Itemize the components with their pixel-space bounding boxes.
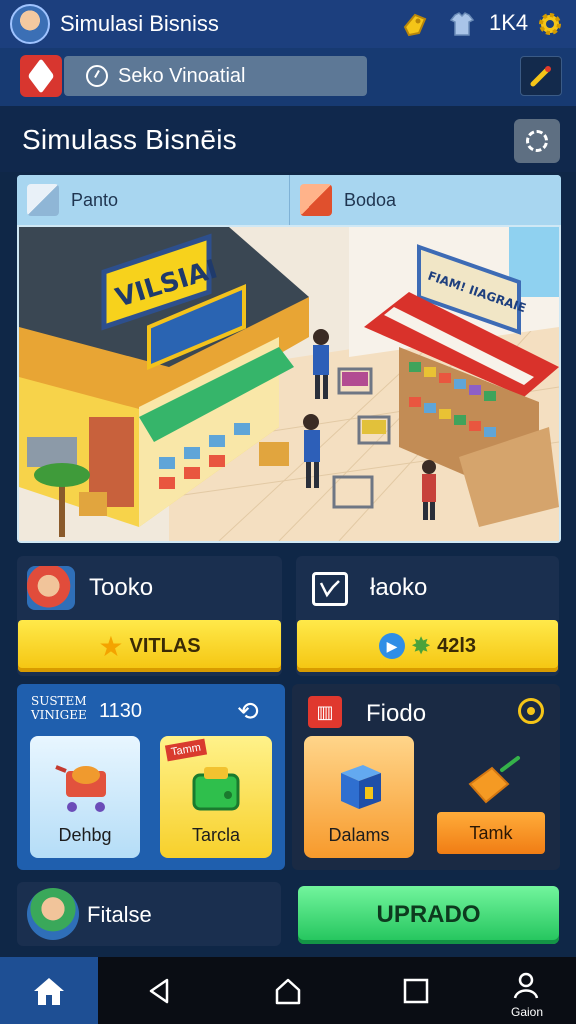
square-icon (403, 978, 429, 1004)
toko-card-left: Tooko ★ VITLAS (17, 556, 282, 676)
refresh-icon[interactable]: ⟲ (237, 696, 269, 726)
coin-icon[interactable] (518, 698, 544, 724)
status-field[interactable]: Seko Vinoatial (64, 56, 367, 96)
box-icon[interactable] (20, 55, 62, 97)
player-avatar[interactable] (10, 4, 50, 44)
nav-home[interactable] (0, 957, 98, 1024)
tab-panto[interactable]: Panto (17, 175, 289, 225)
chart-icon (312, 572, 348, 606)
house-outline-icon (275, 978, 301, 1005)
fitasse-title: Fitalse (87, 902, 152, 927)
home-icon (34, 977, 64, 1005)
key-icon (530, 66, 551, 87)
tag-icon[interactable] (398, 8, 430, 40)
tab-bodoa[interactable]: Bodoa (289, 175, 561, 225)
system-card: SUSTEM VINIGEE 1130 ⟲ Dehbg Tamm Tarcla (17, 684, 285, 870)
cube-icon (27, 184, 59, 216)
settings-button[interactable] (514, 119, 560, 163)
cog-icon (526, 130, 548, 152)
play-icon: ▶ (378, 633, 405, 659)
upgrade-button[interactable]: UPRADO (298, 886, 559, 944)
gear-icon[interactable] (534, 8, 566, 40)
store-scene-panel: Panto Bodoa VILSIAI FIAM! IIAGRAIE (17, 175, 561, 543)
store-illustration[interactable]: VILSIAI FIAM! IIAGRAIE (19, 227, 559, 541)
crate-icon (300, 184, 332, 216)
tarcla-tile[interactable]: Tamm Tarcla (160, 736, 272, 858)
toko-card-right: łaoko ▶ ✸ 42l3 (296, 556, 559, 676)
burst-icon: ✸ (410, 632, 432, 660)
register-icon (192, 767, 240, 811)
page-header: Simulass Bisnēis (0, 106, 576, 172)
system-value: 1130 (99, 700, 143, 722)
coin-count: 1K4 (489, 10, 529, 35)
toko-left-title: Tooko (89, 574, 154, 601)
status-strip: Seko Vinoatial (0, 48, 576, 106)
clock-icon (86, 65, 108, 87)
nav-recents[interactable] (396, 971, 436, 1011)
page-title: Simulass Bisnēis (22, 124, 237, 155)
shirt-icon[interactable] (446, 8, 478, 40)
dalams-tile[interactable]: Dalams (304, 736, 414, 858)
back-icon (149, 978, 169, 1004)
user-icon (513, 972, 539, 999)
fiodo-title: Fiodo (366, 700, 427, 727)
tools-button[interactable] (520, 56, 562, 96)
shopkeeper-icon (27, 566, 75, 610)
cart-tile[interactable]: Dehbg (30, 736, 140, 858)
box-3d-icon (341, 765, 381, 809)
fitasse-card[interactable]: Fitalse (17, 882, 281, 946)
star-icon: ★ (98, 630, 124, 662)
system-label: SUSTEM VINIGEE (31, 694, 87, 722)
merchant-avatar-icon (27, 888, 79, 940)
status-text: Seko Vinoatial (118, 64, 246, 87)
toko-right-title: łaoko (370, 574, 428, 601)
top-app-bar: Simulasi Bisniss 1K4 (0, 0, 576, 48)
nav-home-system[interactable] (268, 971, 308, 1011)
cart-icon (55, 765, 106, 812)
tarcla-tag: Tamm (164, 738, 208, 762)
fiodo-card: ▥ Fiodo Dalams Tamk (292, 684, 560, 870)
bag-icon (462, 754, 526, 815)
nav-back[interactable] (140, 971, 180, 1011)
vitlas-button[interactable]: ★ VITLAS (18, 620, 281, 672)
scene-tabs: Panto Bodoa (17, 175, 561, 225)
gift-icon: ▥ (308, 696, 342, 728)
nav-profile-label: Gaion (510, 1005, 544, 1019)
bottom-navigation: Gaion (0, 957, 576, 1024)
app-title: Simulasi Bisniss (60, 11, 219, 36)
nav-profile[interactable] (506, 965, 546, 1005)
value-button[interactable]: ▶ ✸ 42l3 (297, 620, 558, 672)
tamk-button[interactable]: Tamk (437, 812, 545, 854)
